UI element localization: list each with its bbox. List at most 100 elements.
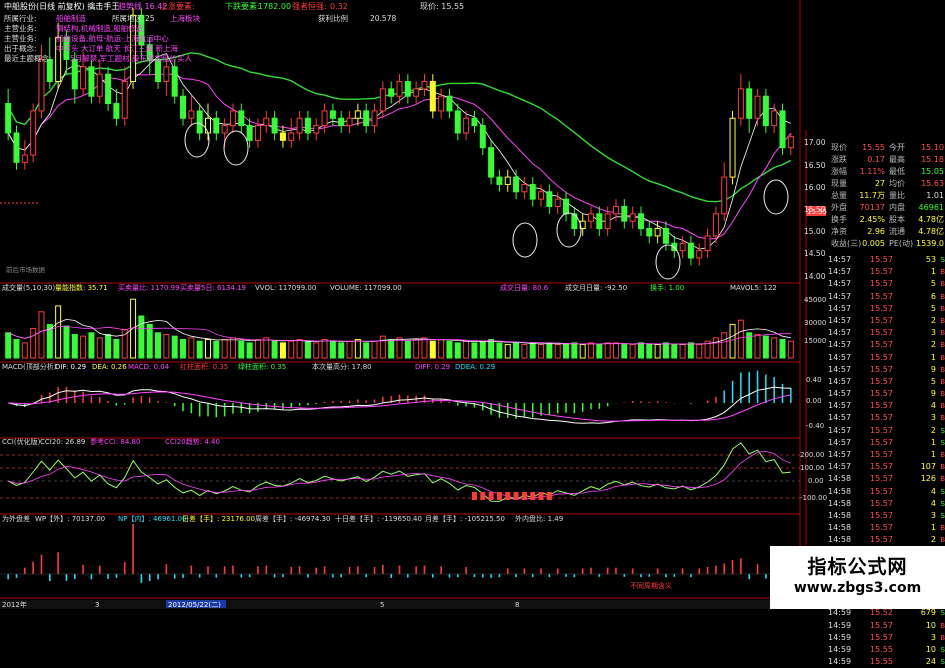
tick-row: 14:59 15.57 3 B: [808, 632, 945, 644]
tick-price: 15.57: [870, 523, 893, 533]
tick-time: 14:57: [828, 413, 852, 423]
tick-volume: 3: [930, 413, 936, 423]
tick-time: 14:57: [828, 437, 852, 447]
tick-side: S: [940, 609, 945, 618]
candle-body: [712, 213, 719, 237]
bottom-year: 2012年: [2, 600, 27, 609]
tick-row: 14:57 15.57 9 B: [808, 364, 945, 376]
tick-time: 14:58: [828, 523, 852, 533]
candle-body: [504, 176, 511, 185]
flow-bar: [490, 574, 492, 578]
tick-side: S: [940, 256, 945, 264]
tick-volume: 5: [930, 303, 936, 313]
volume-bar: [346, 340, 353, 359]
quote-label2: 流通: [889, 227, 905, 236]
volume-bar: [571, 342, 578, 359]
bottom-date[interactable]: 2012/05/22(二): [168, 601, 221, 609]
tick-row: 14:57 15.57 1 B: [808, 449, 945, 461]
tick-price: 15.52: [870, 608, 893, 618]
candle-body: [254, 125, 261, 141]
tick-side: B: [940, 536, 945, 545]
volume-bar: [238, 340, 245, 359]
flow-bar: [148, 574, 151, 581]
quote-label2: 最高: [889, 155, 905, 164]
candle-body: [105, 73, 112, 105]
quote-panel: 现价 15.55 今开 15.10 涨跌 0.17 最高 15.18 涨幅 1.11% 最低 15…: [831, 142, 945, 250]
vol-item-4: VOLUME: 117099.00: [330, 284, 402, 292]
vol-item-3: VVOL: 117099.00: [255, 284, 316, 292]
cci-red-block: [546, 492, 552, 500]
candle-body: [588, 213, 595, 222]
quote-value2: 1539.0: [916, 239, 944, 248]
flow-bar: [190, 565, 193, 574]
volume-bar: [671, 344, 678, 359]
tick-volume: 1: [930, 450, 936, 459]
tick-price: 15.57: [870, 364, 893, 374]
flow-bar: [107, 574, 109, 579]
quote-row: 换手 2.45% 股本 4.78亿: [831, 214, 945, 226]
tick-price: 15.57: [870, 510, 893, 520]
stock-chart-canvas[interactable]: 15.55 中船股份(日线 前复权) 擒击手王 趋势线 16.42 上涨要素: …: [0, 0, 945, 609]
volume-bar: [354, 339, 361, 359]
quote-row: 净资 2.96 流通 4.78亿: [831, 226, 945, 238]
flow-bar: [315, 567, 318, 574]
candle-body: [596, 213, 603, 230]
highlight-circle: [556, 212, 582, 248]
candle-body: [196, 110, 203, 134]
flow-bar: [606, 567, 609, 574]
candle-body: [5, 103, 12, 134]
tick-row: 14:58 15.57 2B: [808, 534, 945, 546]
tick-row: 14:59 15.52 679 S: [808, 607, 945, 619]
flow-bar: [640, 574, 642, 578]
candle-body: [21, 154, 28, 163]
bottom-num-0: 3: [95, 601, 99, 609]
tick-row: 14:57 15.57 6 B: [808, 291, 945, 303]
tick-volume: 4: [930, 486, 936, 496]
tick-time: 14:59: [828, 632, 852, 642]
macd-item-2: MACD: 0.04: [128, 363, 170, 371]
flow-bar: [506, 568, 509, 574]
flow-bar: [257, 566, 259, 574]
candle-body: [338, 117, 345, 127]
cci-red-block: [521, 492, 527, 500]
tick-price: 15.57: [870, 413, 893, 423]
info-k-1: 主营业务:: [4, 23, 37, 33]
volume-bar: [155, 332, 162, 359]
tick-time: 14:57: [828, 315, 852, 325]
volume-bar: [388, 339, 395, 359]
chart-title: 中船股份(日线 前复权) 擒击手王: [4, 1, 119, 11]
flow-bars: [0, 524, 800, 583]
cci-red-block: [480, 492, 486, 500]
flow-bar: [215, 574, 218, 578]
volume-bar: [538, 344, 545, 359]
volume-bar: [621, 344, 628, 359]
info-v-3: 中字头 大订单 航天 长江三角 新上海: [56, 43, 179, 53]
chip-note: 前后市场数据: [6, 265, 46, 274]
tick-time: 14:57: [828, 267, 852, 277]
flow-bar: [698, 568, 701, 574]
bottom-num-1: 5: [380, 601, 384, 609]
tick-volume: 1: [930, 267, 936, 277]
candle-body: [413, 88, 420, 97]
flow-bar: [15, 574, 18, 578]
flow-bar: [173, 574, 176, 579]
candle-body: [171, 66, 178, 97]
volume-bar: [687, 342, 694, 359]
tick-side: B: [940, 329, 945, 338]
flow-bar: [690, 574, 692, 578]
tick-side: S: [940, 438, 945, 447]
tick-side: S: [940, 658, 945, 667]
tick-time: 14:59: [828, 645, 852, 654]
flow-bar: [731, 560, 734, 574]
ratio-label: 强者恒强:: [292, 1, 327, 11]
candle-body: [729, 117, 736, 178]
volume-bar: [754, 333, 761, 359]
candle-body: [679, 242, 686, 252]
info-k-0: 所属行业:: [4, 13, 37, 23]
volume-bar: [229, 337, 236, 359]
candle-body: [88, 66, 95, 97]
candle-body: [229, 110, 236, 127]
tick-time: 14:58: [828, 486, 852, 496]
quote-value2: 15.63: [921, 179, 944, 188]
flow-bar: [57, 552, 59, 574]
